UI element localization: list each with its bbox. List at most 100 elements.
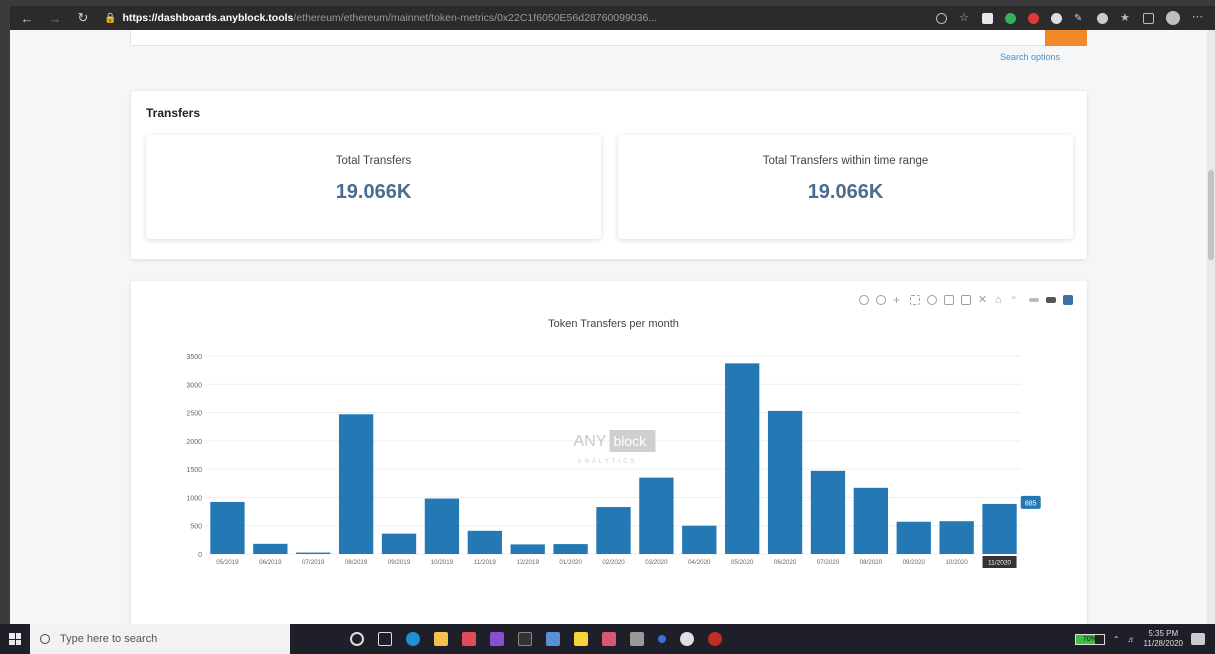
x-tick-label: 08/2019 [345,559,368,566]
hover-label: 11/2020 [988,560,1011,567]
url-text[interactable]: https://dashboards.anyblock.tools/ethere… [122,12,762,24]
more-menu-icon[interactable]: ⋯ [1192,11,1203,24]
autoscale-icon[interactable]: ✕ [978,295,988,306]
bar [810,470,846,554]
app-pink-icon[interactable] [602,632,616,646]
windows-taskbar: Type here to search 70% ⌃ ♬ 5:35 PM 11/2… [0,624,1215,654]
chart-toolbar: + ✕ ⌂ ′′ [859,294,1073,306]
x-tick-label: 06/2019 [259,559,282,566]
watermark-text: ANY [574,433,607,450]
taskbar-apps [350,632,722,646]
x-tick-label: 12/2019 [517,559,540,566]
reset-axes-icon[interactable]: ⌂ [995,295,1005,306]
extension-light-icon[interactable] [1097,12,1108,24]
x-tick-label: 10/2020 [945,559,968,566]
total-transfers-value: 19.066K [335,181,412,203]
y-tick-label: 1500 [186,467,202,474]
x-tick-label: 09/2020 [903,559,926,566]
app-red-icon[interactable] [462,632,476,646]
taskbar-search-box[interactable]: Type here to search [30,624,290,654]
range-transfers-label: Total Transfers within time range [762,155,929,167]
x-tick-label: 07/2020 [817,559,840,566]
x-tick-label: 02/2020 [602,559,625,566]
back-arrow-icon[interactable]: ← [16,7,38,29]
chrome-icon[interactable] [680,632,694,646]
transfers-title: Transfers [146,106,201,120]
y-tick-label: 1000 [186,495,202,502]
y-tick-label: 0 [198,552,202,559]
bar [725,363,760,554]
watermark-subtext: ANALYTICS [578,459,638,465]
windows-logo-icon [9,633,21,645]
system-tray: 70% ⌃ ♬ 5:35 PM 11/28/2020 [1074,624,1205,654]
plotly-logo-icon[interactable] [1063,295,1073,305]
start-button[interactable] [0,624,30,654]
clock-date: 11/28/2020 [1143,639,1183,648]
cortana-icon[interactable] [350,632,364,646]
hover-value: 885 [1025,500,1037,507]
lock-icon: 🔒 [104,12,117,24]
bar [424,498,460,554]
url-host: https://dashboards.anyblock.tools [122,12,294,24]
battery-indicator[interactable]: 70% [1074,633,1105,645]
bar [553,544,588,554]
record-icon[interactable] [708,632,722,646]
extension-pen-icon[interactable]: ✎ [1074,13,1085,24]
edge-icon[interactable] [406,632,420,646]
sticky-notes-icon[interactable] [574,632,588,646]
zoom-out-icon[interactable] [961,295,971,305]
address-bar[interactable]: 🔒 https://dashboards.anyblock.tools/ethe… [104,12,936,24]
volume-icon[interactable]: ♬ [1128,635,1136,644]
terminal-icon[interactable] [518,632,532,646]
scrollbar-thumb[interactable] [1208,170,1214,260]
zoom-in-icon[interactable] [944,295,954,305]
profile-avatar-icon[interactable] [1166,11,1180,25]
x-tick-label: 11/2019 [474,559,496,566]
visual-studio-icon[interactable] [490,632,504,646]
refresh-icon[interactable]: ↻ [72,7,94,29]
extension-green-icon[interactable] [1005,12,1016,24]
bar [210,501,245,554]
task-view-icon[interactable] [378,632,392,646]
page-scrollbar[interactable] [1207,30,1215,624]
favorites-icon[interactable]: ★ [1120,12,1131,24]
transfers-card: Transfers Total Transfers 19.066K Total … [131,91,1087,259]
notifications-icon[interactable] [1191,633,1205,645]
forward-arrow-icon[interactable]: → [44,7,66,29]
y-tick-label: 500 [190,524,202,531]
spike-lines-icon[interactable]: ′′ [1012,295,1022,305]
url-path: /ethereum/ethereum/mainnet/token-metrics… [293,12,658,24]
box-select-icon[interactable] [910,295,920,305]
extension-square-icon[interactable] [982,12,993,24]
range-transfers-metric: Total Transfers within time range 19.066… [618,135,1073,239]
search-button[interactable] [1045,30,1087,46]
extension-red-icon[interactable] [1028,12,1039,24]
screen: ← → ↻ 🔒 https://dashboards.anyblock.tool… [0,0,1215,654]
search-options-link[interactable]: Search options [1000,52,1060,62]
page-viewport: Search options Transfers Total Transfers… [10,30,1207,624]
search-input[interactable] [130,30,1087,46]
y-tick-label: 3000 [186,382,202,389]
hover-closest-icon[interactable] [1029,298,1039,302]
app-ball-icon[interactable] [658,635,666,643]
collections-icon[interactable] [1143,12,1154,24]
camera-icon[interactable] [859,295,869,305]
x-tick-label: 09/2019 [388,559,411,566]
file-explorer-icon[interactable] [434,632,448,646]
bar [510,544,545,554]
chart-title: Token Transfers per month [548,318,679,330]
favorite-star-icon[interactable]: ☆ [959,12,970,24]
lasso-select-icon[interactable] [927,295,937,305]
zoom-icon[interactable] [936,12,947,24]
pan-icon[interactable]: + [893,294,903,306]
app-blue-icon[interactable] [546,632,560,646]
app-gray-icon[interactable] [630,632,644,646]
y-tick-label: 2500 [186,411,202,418]
zoom-icon[interactable] [876,295,886,305]
clock[interactable]: 5:35 PM 11/28/2020 [1144,629,1183,649]
extension-dot-icon[interactable] [1051,12,1062,24]
x-tick-label: 05/2019 [216,559,239,566]
bar [253,543,288,554]
tray-chevron-icon[interactable]: ⌃ [1113,635,1120,644]
hover-compare-icon[interactable] [1046,297,1056,303]
